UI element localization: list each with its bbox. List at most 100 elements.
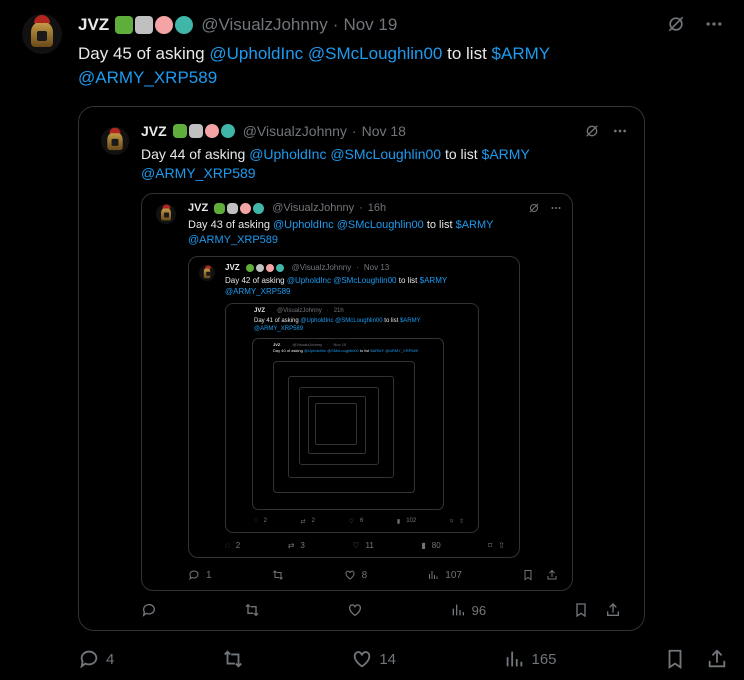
mention-army-xrp[interactable]: @ARMY_XRP589	[385, 348, 418, 353]
quoted-tweet-2[interactable]: JVZ @VisualzJohnny · 16h Day 43 of askin…	[141, 193, 573, 591]
retweet-button[interactable]	[244, 602, 260, 618]
author-handle[interactable]: @VisualzJohnny	[272, 202, 354, 214]
quoted-tweet-5[interactable]: JVZ @VisualzJohnny · Nov 10 Day 40 of as…	[252, 338, 444, 510]
quote-text-prefix: Day 44 of asking	[141, 146, 246, 162]
author-name[interactable]: JVZ	[78, 15, 109, 35]
grok-icon[interactable]	[584, 123, 600, 139]
bookmark-icon[interactable]	[573, 602, 589, 618]
mention-army-xrp[interactable]: @ARMY_XRP589	[141, 165, 256, 181]
separator-dot: ·	[332, 15, 339, 34]
mention-uphold[interactable]: @UpholdInc	[300, 318, 333, 324]
more-icon[interactable]	[612, 123, 628, 139]
cashtag-army[interactable]: $ARMY	[456, 219, 494, 231]
quote-actions: ◌ 2 ⇄ 3 ♡ 11 ▮ 80 ⌑ ⇧	[225, 539, 505, 551]
share-icon[interactable]	[706, 648, 728, 670]
bookmark-icon[interactable]: ⌑	[488, 541, 492, 550]
author-handle[interactable]: @VisualzJohnny	[277, 308, 322, 314]
quoted-tweet-3[interactable]: JVZ @VisualzJohnny · Nov 13 Day 42 of as…	[188, 256, 520, 558]
retweet-button[interactable]: ⇄ 3	[288, 541, 305, 550]
retweet-button[interactable]	[272, 569, 284, 581]
more-icon[interactable]	[704, 14, 724, 34]
cashtag-army[interactable]: $ARMY	[370, 348, 384, 353]
author-name[interactable]: JVZ	[273, 342, 280, 347]
views-button[interactable]: ▮ 80	[421, 541, 440, 550]
author-name[interactable]: JVZ	[188, 202, 208, 214]
mention-army-xrp[interactable]: @ARMY_XRP589	[254, 326, 303, 332]
quote-text-mid: to list	[359, 348, 370, 353]
mention-uphold[interactable]: @UpholdInc	[209, 44, 303, 63]
author-name[interactable]: JVZ	[254, 308, 265, 314]
main-tweet[interactable]: JVZ @VisualzJohnny · Nov 19 Day 45 of as…	[0, 0, 744, 680]
tweet-date[interactable]: Nov 13	[364, 263, 389, 272]
tweet-date[interactable]: 16h	[368, 202, 386, 214]
tweet-date[interactable]: Nov 10	[333, 342, 346, 347]
bookmark-icon[interactable]	[664, 648, 686, 670]
helmet-avatar-icon	[161, 204, 171, 221]
mention-smcloughlin[interactable]: @SMcLoughlin00	[333, 276, 396, 285]
share-icon[interactable]: ⇧	[498, 541, 505, 550]
avatar[interactable]	[22, 14, 62, 54]
retweet-button[interactable]: ⇄ 2	[301, 518, 315, 525]
mention-army-xrp[interactable]: @ARMY_XRP589	[78, 68, 217, 87]
quote-text-prefix: Day 43 of asking	[188, 219, 270, 231]
author-name[interactable]: JVZ	[141, 123, 167, 139]
avatar[interactable]	[199, 265, 215, 281]
tweet-date[interactable]: 21h	[334, 308, 344, 314]
share-icon[interactable]	[605, 602, 621, 618]
quoted-tweet-8[interactable]	[299, 387, 379, 465]
retweet-button[interactable]	[222, 648, 244, 670]
mention-smcloughlin[interactable]: @SMcLoughlin00	[330, 146, 441, 162]
tweet-date[interactable]: Nov 18	[362, 123, 406, 139]
mention-uphold[interactable]: @UpholdInc	[273, 219, 334, 231]
views-button[interactable]: 96	[450, 602, 486, 618]
reply-button[interactable]: 4	[78, 648, 114, 670]
cashtag-army[interactable]: $ARMY	[492, 44, 551, 63]
cashtag-army[interactable]: $ARMY	[400, 318, 421, 324]
mention-smcloughlin[interactable]: @SMcLoughlin00	[308, 44, 442, 63]
more-icon[interactable]	[550, 202, 562, 214]
mention-army-xrp[interactable]: @ARMY_XRP589	[225, 287, 290, 296]
grok-icon[interactable]	[666, 14, 686, 34]
reply-button[interactable]: 1	[188, 569, 212, 581]
reply-button[interactable]	[141, 602, 157, 618]
quoted-tweet-6[interactable]	[273, 361, 415, 493]
quoted-tweet-1[interactable]: JVZ @VisualzJohnny · Nov 18 Day 44 of as…	[78, 106, 645, 631]
reply-button[interactable]: ◌ 2	[225, 541, 240, 550]
quoted-tweet-9[interactable]	[308, 396, 366, 454]
avatar[interactable]	[156, 204, 176, 224]
views-button[interactable]: 107	[427, 569, 462, 581]
quoted-tweet-4[interactable]: JVZ @VisualzJohnny · 21h Day 41 of askin…	[225, 303, 479, 533]
mention-smcloughlin[interactable]: @SMcLoughlin00	[327, 348, 359, 353]
like-button[interactable]: 14	[351, 648, 396, 670]
mention-army-xrp[interactable]: @ARMY_XRP589	[188, 234, 278, 246]
views-button[interactable]: ▮ 102	[397, 518, 416, 525]
author-handle[interactable]: @VisualzJohnny	[292, 342, 322, 347]
avatar[interactable]	[101, 127, 129, 155]
quoted-tweet-10[interactable]	[315, 403, 357, 445]
like-button[interactable]	[347, 602, 363, 618]
mention-smcloughlin[interactable]: @SMcLoughlin00	[337, 219, 424, 231]
like-button[interactable]: ♡ 6	[349, 518, 364, 525]
tweet-date[interactable]: Nov 19	[343, 15, 397, 35]
author-handle[interactable]: @VisualzJohnny	[292, 263, 352, 272]
author-handle[interactable]: @VisualzJohnny	[201, 15, 328, 35]
mention-smcloughlin[interactable]: @SMcLoughlin00	[335, 318, 382, 324]
quoted-tweet-7[interactable]	[288, 376, 394, 478]
share-icon[interactable]: ⇧	[459, 518, 464, 525]
like-button[interactable]: ♡ 11	[352, 541, 373, 550]
mention-uphold[interactable]: @UpholdInc	[249, 146, 326, 162]
bookmark-icon[interactable]: ⌑	[450, 518, 453, 525]
author-name[interactable]: JVZ	[225, 263, 240, 272]
mention-uphold[interactable]: @UpholdInc	[287, 276, 331, 285]
views-button[interactable]: 165	[503, 648, 557, 670]
bookmark-icon[interactable]	[522, 569, 534, 581]
mention-uphold[interactable]: @UpholdInc	[304, 348, 326, 353]
share-icon[interactable]	[546, 569, 558, 581]
author-handle[interactable]: @VisualzJohnny	[243, 123, 347, 139]
cashtag-army[interactable]: $ARMY	[420, 276, 448, 285]
reply-button[interactable]: ◌ 2	[254, 518, 267, 524]
cashtag-army[interactable]: $ARMY	[482, 146, 530, 162]
like-button[interactable]: 8	[344, 569, 367, 581]
grok-icon[interactable]	[528, 202, 540, 214]
retweet-icon: ⇄	[287, 540, 295, 550]
